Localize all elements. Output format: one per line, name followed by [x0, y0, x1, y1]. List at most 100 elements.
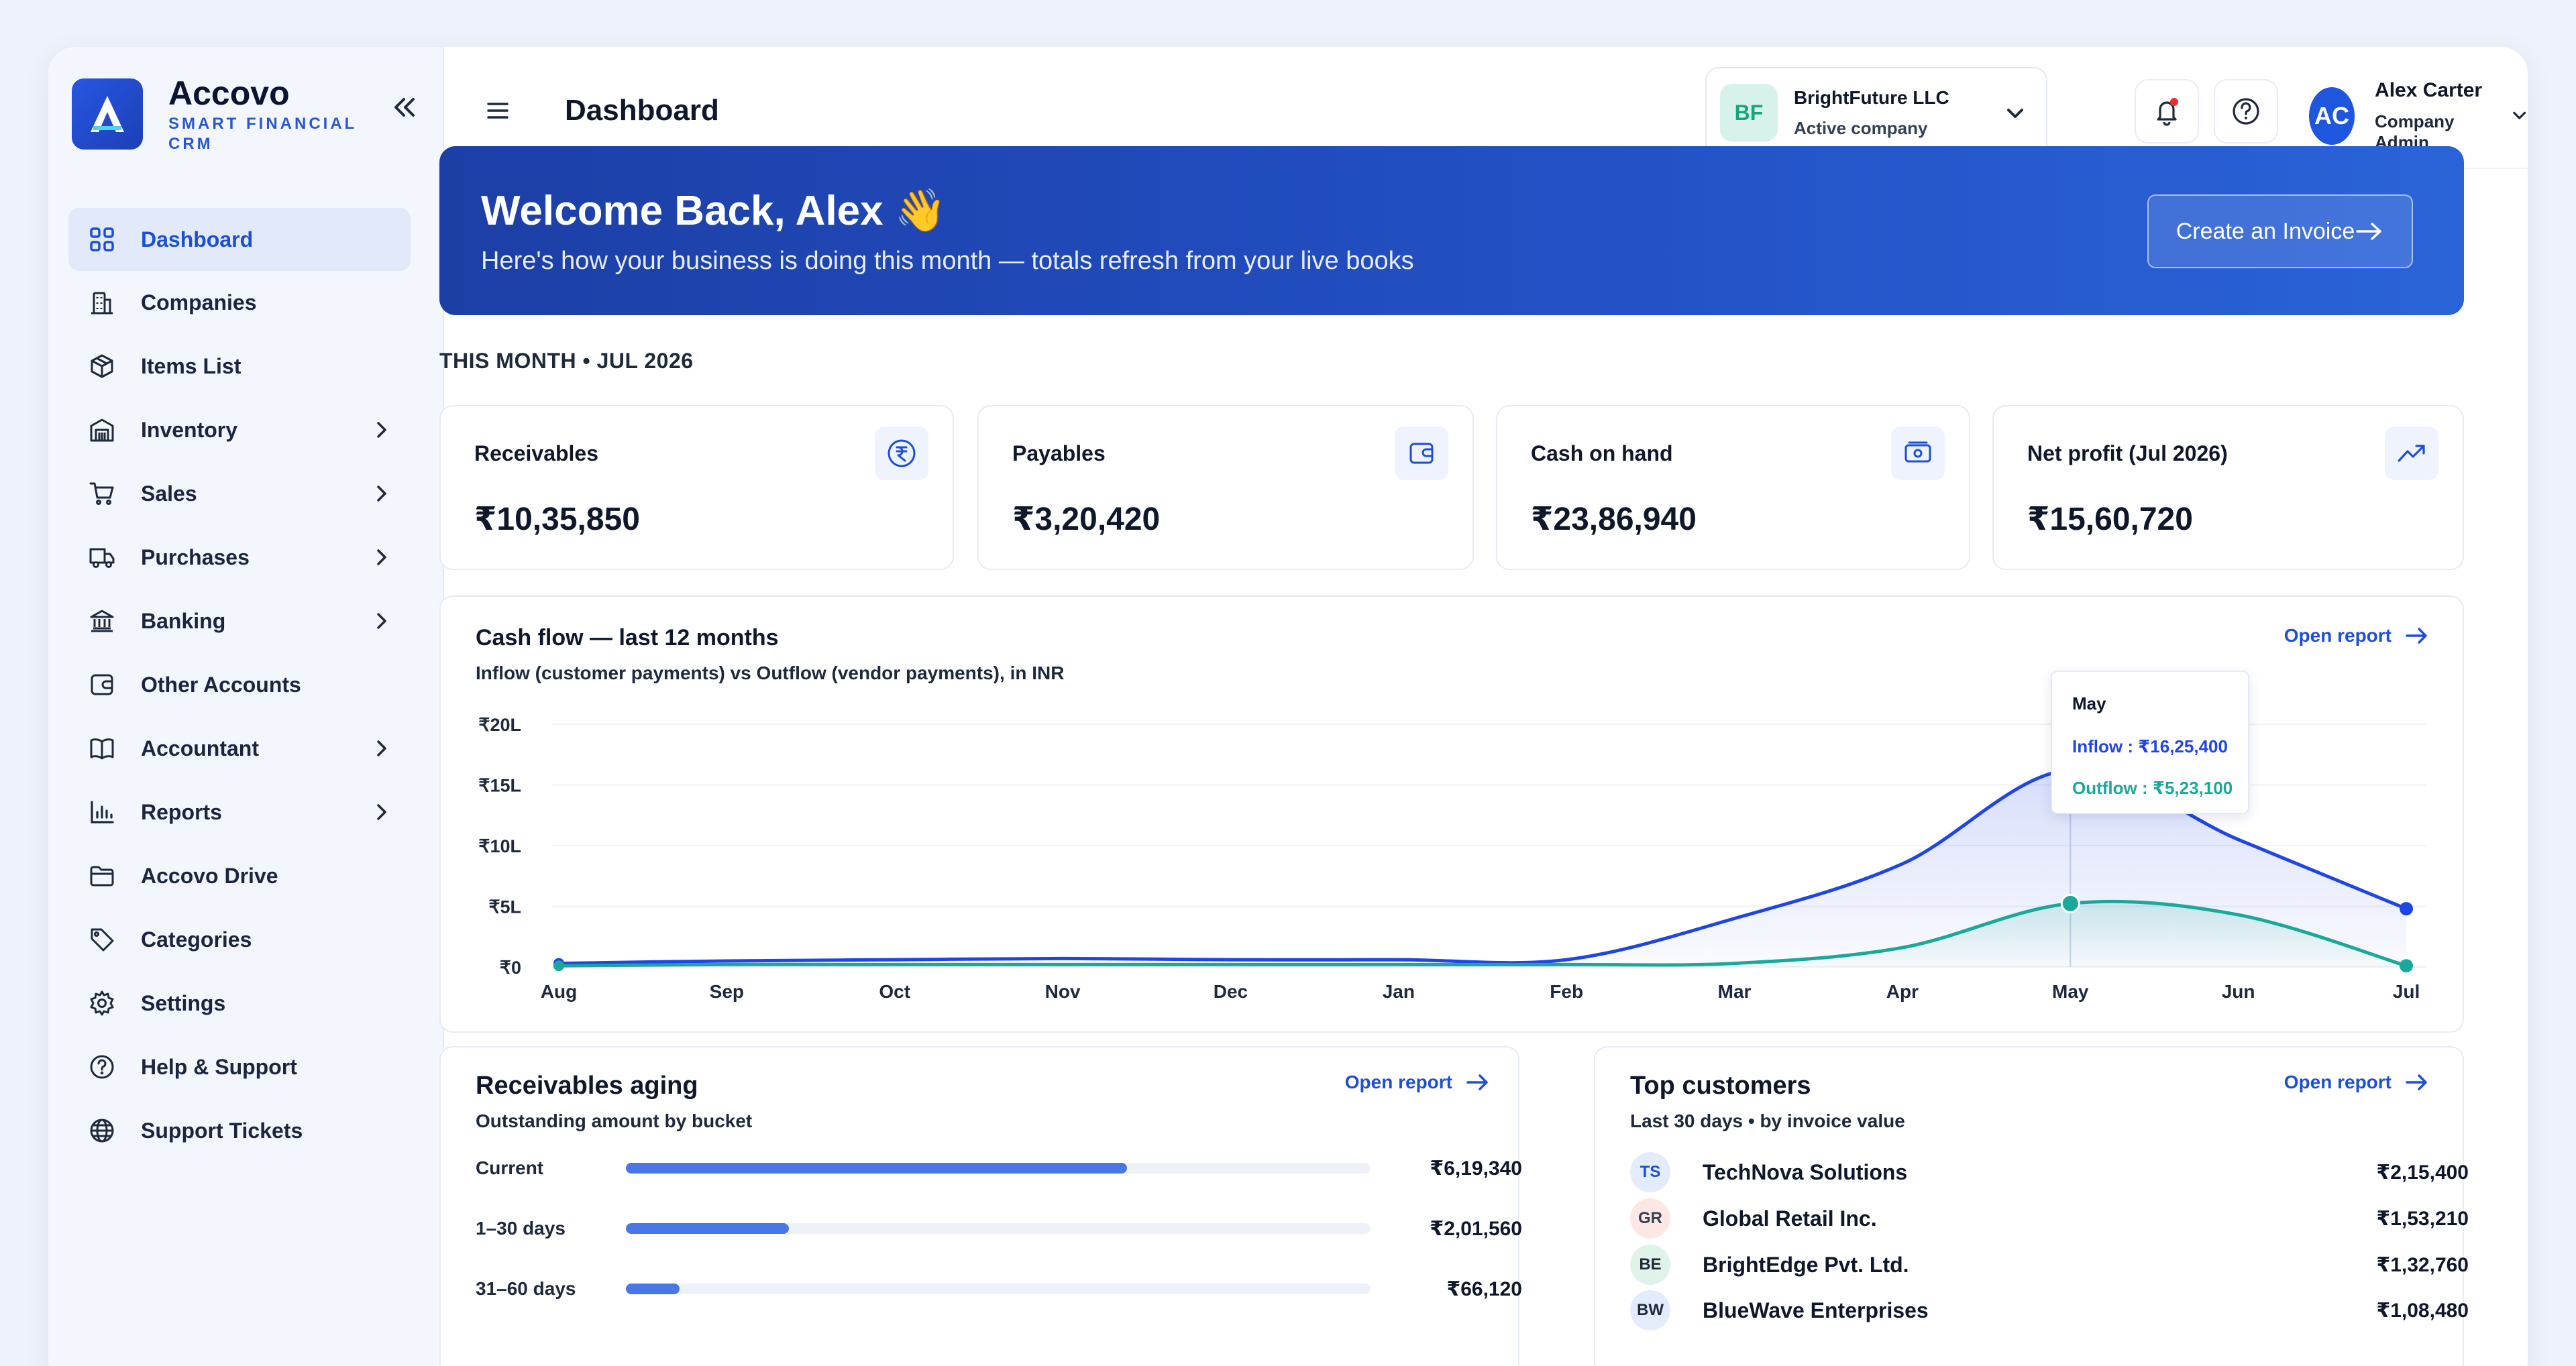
- user-menu[interactable]: AC Alex Carter Company Admin: [2309, 79, 2528, 153]
- truck-icon: [85, 540, 119, 575]
- sidebar-item-banking[interactable]: Banking: [68, 589, 411, 653]
- company-status: Active company: [1794, 117, 1928, 138]
- company-name: BrightFuture LLC: [1794, 87, 1949, 108]
- cart-icon: [85, 476, 119, 511]
- sidebar-item-inventory[interactable]: Inventory: [68, 398, 411, 462]
- sidebar-item-label: Dashboard: [141, 227, 254, 251]
- series-point: [553, 960, 564, 972]
- customer-amount: ₹1,32,760: [2376, 1253, 2469, 1276]
- arrow-right-icon: [1466, 1074, 1488, 1090]
- x-tick-label: Aug: [541, 981, 577, 1002]
- create-invoice-button[interactable]: Create an Invoice: [2147, 194, 2413, 268]
- sidebar-item-reports[interactable]: Reports: [68, 780, 411, 844]
- sidebar-item-sales[interactable]: Sales: [68, 461, 411, 526]
- kpi-card-receivables[interactable]: Receivables ₹10,35,850: [439, 405, 954, 570]
- sidebar-item-label: Support Tickets: [141, 1118, 303, 1143]
- cashflow-chart[interactable]: ₹20L ₹15L ₹10L ₹5L ₹0 Aug Sep Oct Nov Dec Jan Feb Ma…: [441, 597, 2465, 1034]
- customer-name: BrightEdge Pvt. Ltd.: [1703, 1252, 1909, 1277]
- x-tick-label: Jul: [2393, 981, 2420, 1002]
- gear-icon: [85, 986, 119, 1021]
- aging-bucket-label: 1–30 days: [476, 1218, 566, 1239]
- aging-bucket-label: 31–60 days: [476, 1278, 576, 1299]
- collapse-sidebar-button[interactable]: [384, 91, 424, 124]
- x-tick-label: Apr: [1886, 981, 1919, 1002]
- sidebar-item-accountant[interactable]: Accountant: [68, 716, 411, 781]
- sidebar-item-label: Inventory: [141, 417, 238, 442]
- kpi-card-payables[interactable]: Payables ₹3,20,420: [977, 405, 1474, 570]
- company-avatar: BF: [1720, 84, 1778, 141]
- tooltip-outflow: Outflow : ₹5,23,100: [2072, 778, 2233, 798]
- kpi-card-cash-on-hand[interactable]: Cash on hand ₹23,86,940: [1496, 405, 1970, 570]
- x-tick-label: Jan: [1383, 981, 1415, 1002]
- box-icon: [85, 349, 119, 384]
- customers-title: Top customers: [1630, 1072, 1811, 1100]
- menu-toggle-button[interactable]: [484, 97, 511, 127]
- sidebar-item-label: Accovo Drive: [141, 863, 278, 888]
- kpi-value: ₹10,35,850: [474, 502, 640, 537]
- customer-avatar: TS: [1630, 1152, 1670, 1192]
- kpi-label: Net profit (Jul 2026): [2027, 441, 2228, 465]
- kpi-card-net-profit[interactable]: Net profit (Jul 2026) ₹15,60,720: [1992, 405, 2464, 570]
- sidebar-item-accovo-drive[interactable]: Accovo Drive: [68, 844, 411, 908]
- x-tick-label: Jun: [2222, 981, 2255, 1002]
- kpi-label: Receivables: [474, 441, 599, 465]
- chevron-right-icon: [377, 804, 386, 820]
- company-switcher[interactable]: BF BrightFuture LLC Active company: [1705, 67, 2047, 158]
- highlight-point: [2060, 893, 2080, 913]
- globe-icon: [85, 1113, 119, 1148]
- customer-name: Global Retail Inc.: [1703, 1206, 1877, 1231]
- aging-bar-track: [626, 1223, 1371, 1234]
- sidebar-item-label: Sales: [141, 481, 197, 506]
- aging-amount: ₹6,19,340: [1430, 1157, 1522, 1180]
- brand[interactable]: Accovo SMART FINANCIAL CRM: [72, 74, 363, 154]
- open-report-label: Open report: [1344, 1072, 1452, 1092]
- aging-bar-track: [626, 1284, 1371, 1294]
- wallet-icon: [85, 667, 119, 702]
- customer-row[interactable]: TS TechNova Solutions ₹2,15,400: [1630, 1149, 2469, 1195]
- sidebar-item-settings[interactable]: Settings: [68, 971, 411, 1035]
- sidebar-item-categories[interactable]: Categories: [68, 907, 411, 972]
- help-button[interactable]: [2214, 79, 2278, 144]
- kpi-value: ₹3,20,420: [1012, 502, 1161, 537]
- brand-name: Accovo: [168, 74, 290, 112]
- aging-open-report-link[interactable]: Open report: [1345, 1072, 1490, 1093]
- kpi-value: ₹15,60,720: [2027, 502, 2193, 537]
- customer-row[interactable]: GR Global Retail Inc. ₹1,53,210: [1630, 1196, 2469, 1241]
- y-tick-label: ₹0: [500, 958, 521, 978]
- aging-amount: ₹66,120: [1446, 1277, 1522, 1300]
- chevron-right-icon: [377, 422, 386, 438]
- sidebar-item-label: Companies: [141, 290, 257, 315]
- x-tick-label: Dec: [1214, 981, 1248, 1002]
- welcome-subtitle: Here's how your business is doing this m…: [481, 247, 1414, 275]
- notifications-button[interactable]: [2135, 79, 2199, 144]
- app-window: Accovo SMART FINANCIAL CRM Dashboard Com…: [48, 47, 2528, 1366]
- sidebar-item-purchases[interactable]: Purchases: [68, 525, 411, 589]
- bar-chart-icon: [85, 795, 119, 830]
- series-point: [2400, 959, 2413, 973]
- x-tick-label: Nov: [1045, 981, 1081, 1002]
- top-customers-card: Top customers Last 30 days • by invoice …: [1594, 1046, 2469, 1366]
- sidebar: Accovo SMART FINANCIAL CRM Dashboard Com…: [48, 47, 444, 1366]
- help-icon: [85, 1049, 119, 1084]
- welcome-title: Welcome Back, Alex 👋: [481, 188, 947, 234]
- chevron-right-icon: [377, 740, 386, 756]
- page-title: Dashboard: [565, 94, 719, 127]
- cash-icon: [1891, 426, 1945, 480]
- chevron-down-icon: [2007, 109, 2023, 118]
- sidebar-item-other-accounts[interactable]: Other Accounts: [68, 652, 411, 717]
- customer-row[interactable]: BW BlueWave Enterprises ₹1,08,480: [1630, 1288, 2469, 1333]
- aging-title: Receivables aging: [476, 1072, 698, 1100]
- aging-amount: ₹2,01,560: [1430, 1217, 1522, 1240]
- sidebar-item-companies[interactable]: Companies: [68, 270, 411, 335]
- customers-open-report-link[interactable]: Open report: [2284, 1072, 2429, 1093]
- aging-bar-fill: [626, 1284, 680, 1294]
- customer-row[interactable]: BE BrightEdge Pvt. Ltd. ₹1,32,760: [1630, 1242, 2469, 1288]
- trend-up-icon: [2385, 426, 2438, 480]
- kpi-label: Payables: [1012, 441, 1106, 465]
- sidebar-item-items-list[interactable]: Items List: [68, 334, 411, 398]
- aging-bucket-label: Current: [476, 1157, 544, 1178]
- sidebar-item-help-support[interactable]: Help & Support: [68, 1035, 411, 1099]
- sidebar-item-support-tickets[interactable]: Support Tickets: [68, 1098, 411, 1163]
- sidebar-item-dashboard[interactable]: Dashboard: [68, 208, 411, 271]
- aging-bar-track: [626, 1163, 1371, 1174]
